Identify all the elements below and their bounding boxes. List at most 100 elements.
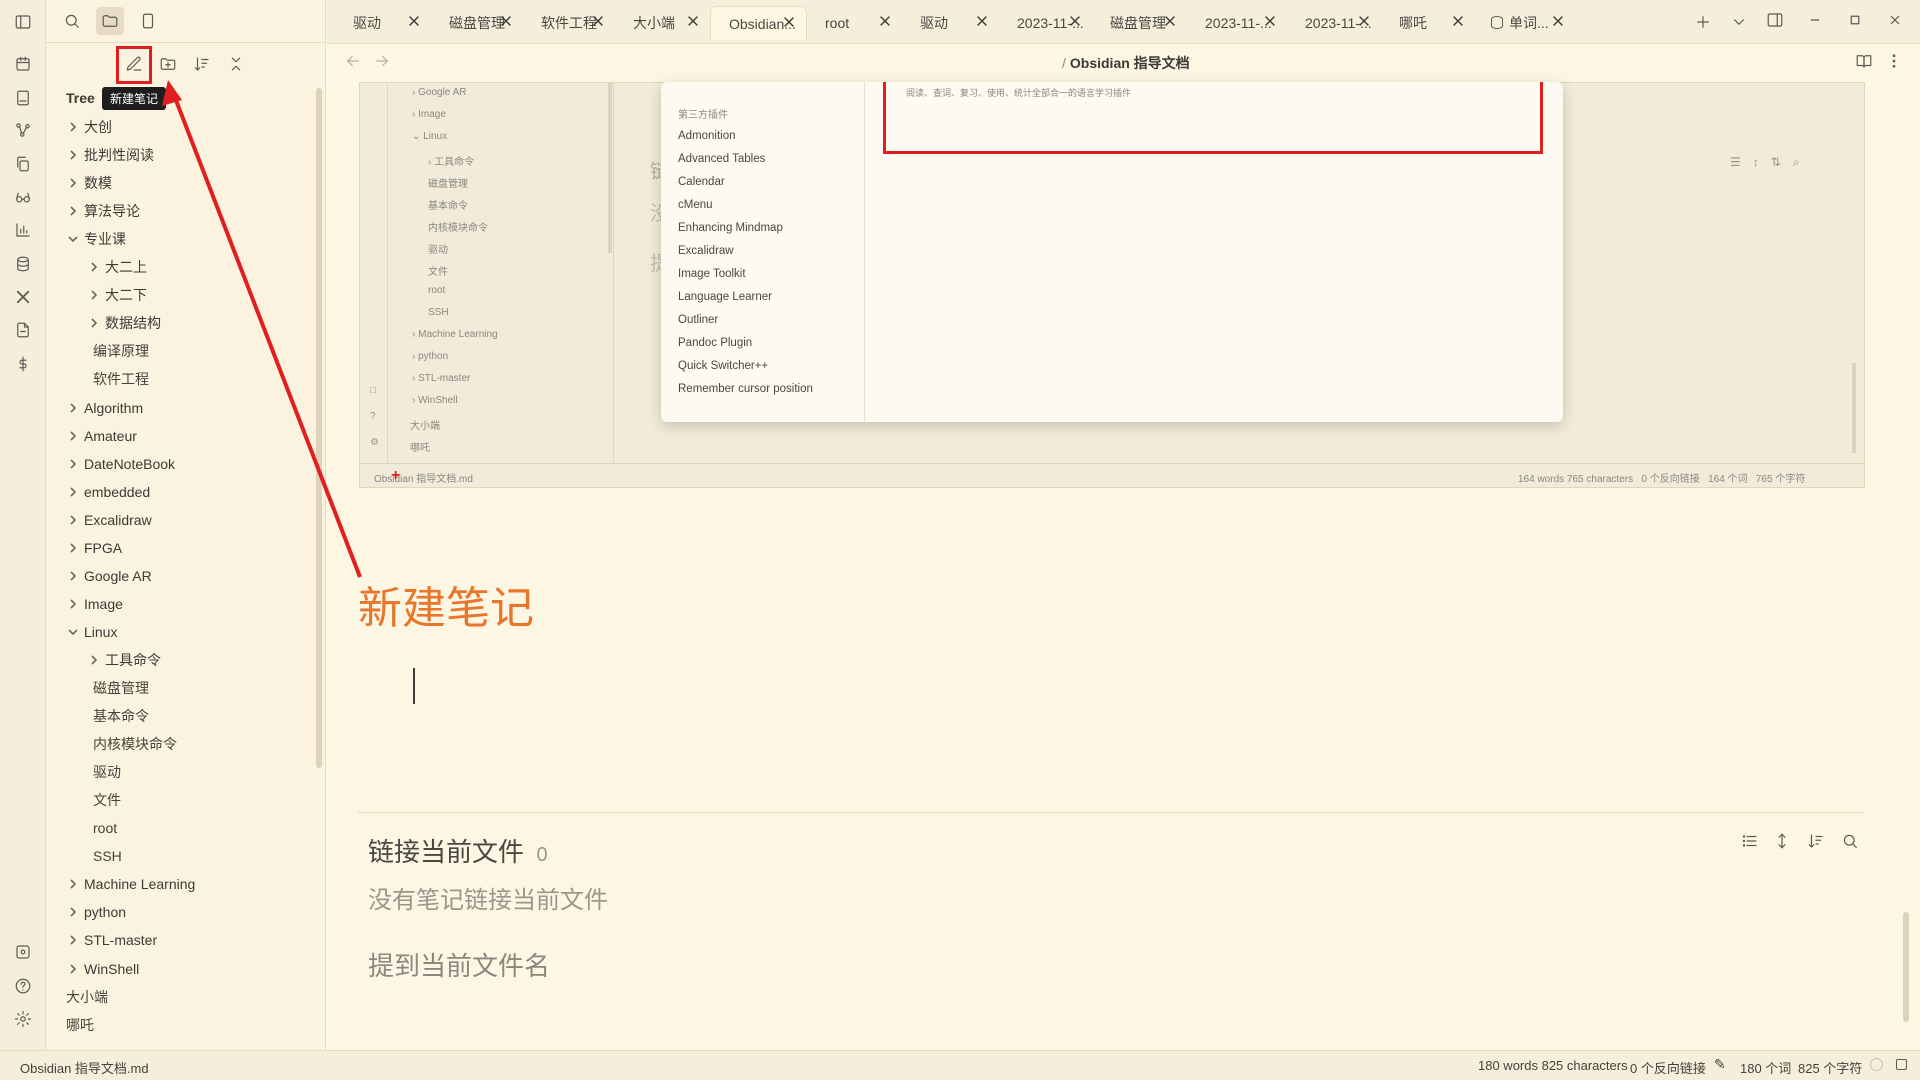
notebook-icon[interactable] xyxy=(9,84,37,112)
close-icon[interactable] xyxy=(591,14,607,30)
tree-file[interactable]: 哪吒 xyxy=(66,1013,94,1037)
help-icon[interactable] xyxy=(9,972,37,1000)
new-tab-icon[interactable] xyxy=(1689,8,1717,36)
close-icon[interactable] xyxy=(1357,14,1373,30)
chevron-right-icon[interactable] xyxy=(66,204,80,218)
close-icon[interactable] xyxy=(1263,14,1279,30)
search-icon-2[interactable] xyxy=(1836,827,1864,855)
new-folder-icon[interactable] xyxy=(154,50,182,78)
chevron-right-icon[interactable] xyxy=(87,653,101,667)
chevron-right-icon[interactable] xyxy=(66,597,80,611)
unlinked-mentions-title[interactable]: 提到当前文件名 xyxy=(368,946,550,983)
chevron-right-icon[interactable] xyxy=(66,457,80,471)
chevron-right-icon[interactable] xyxy=(66,962,80,976)
search-icon[interactable] xyxy=(58,7,86,35)
chevron-right-icon[interactable] xyxy=(66,148,80,162)
chevron-right-icon[interactable] xyxy=(87,316,101,330)
note-title[interactable]: Obsidian 指导文档 xyxy=(1070,55,1190,71)
close-icon[interactable] xyxy=(407,14,423,30)
tab[interactable]: 单词... xyxy=(1475,6,1575,40)
close-icon[interactable] xyxy=(975,14,991,30)
tree-file[interactable]: 文件 xyxy=(93,788,121,812)
more-options-icon[interactable] xyxy=(1880,47,1908,75)
tools-icon[interactable] xyxy=(9,283,37,311)
tree-folder[interactable]: 算法导论 xyxy=(66,199,140,223)
tree-folder[interactable]: FPGA xyxy=(66,536,122,560)
chevron-right-icon[interactable] xyxy=(87,288,101,302)
reading-view-icon[interactable] xyxy=(1850,47,1878,75)
tree-folder[interactable]: 大二下 xyxy=(87,283,147,307)
tree-folder[interactable]: 大二上 xyxy=(87,255,147,279)
close-icon[interactable] xyxy=(878,14,894,30)
chevron-right-icon[interactable] xyxy=(66,541,80,555)
tree-folder[interactable]: Excalidraw xyxy=(66,508,152,532)
forward-arrow-icon[interactable] xyxy=(368,47,396,75)
dollar-icon[interactable] xyxy=(9,350,37,378)
close-icon[interactable] xyxy=(1451,14,1467,30)
layout-split-icon[interactable] xyxy=(1761,6,1789,34)
back-arrow-icon[interactable] xyxy=(339,47,367,75)
close-icon[interactable] xyxy=(1551,14,1567,30)
status-backlinks[interactable]: 0 个反向链接 xyxy=(1630,1058,1706,1077)
tree-folder[interactable]: WinShell xyxy=(66,957,139,981)
chevron-right-icon[interactable] xyxy=(66,513,80,527)
tree-file[interactable]: 大小端 xyxy=(66,985,108,1009)
tree-file[interactable]: 驱动 xyxy=(93,760,121,784)
chevron-right-icon[interactable] xyxy=(66,176,80,190)
tab[interactable]: 2023-11-... xyxy=(1287,6,1381,40)
copy-icon[interactable] xyxy=(9,150,37,178)
tree-folder[interactable]: 大创 xyxy=(66,115,112,139)
tree-file[interactable]: SSH xyxy=(93,844,122,868)
tab[interactable]: 磁盘管理 xyxy=(431,6,523,40)
tree-folder[interactable]: DateNoteBook xyxy=(66,452,175,476)
collapse-all-icon[interactable] xyxy=(222,50,250,78)
chevron-down-icon[interactable] xyxy=(1725,8,1753,36)
tree-folder[interactable]: 工具命令 xyxy=(87,648,161,672)
bar-chart-icon[interactable] xyxy=(9,216,37,244)
close-icon[interactable] xyxy=(686,14,702,30)
tree-folder[interactable]: Amateur xyxy=(66,424,137,448)
tree-folder[interactable]: python xyxy=(66,900,126,924)
tree-file[interactable]: 磁盘管理 xyxy=(93,676,149,700)
lock-icon[interactable] xyxy=(1896,1059,1907,1070)
tree-folder[interactable]: embedded xyxy=(66,480,150,504)
minimize-icon[interactable] xyxy=(1801,6,1829,34)
chevron-right-icon[interactable] xyxy=(66,401,80,415)
tab[interactable]: 哪吒 xyxy=(1381,6,1475,40)
graph-icon[interactable] xyxy=(9,116,37,144)
tree-folder[interactable]: Linux xyxy=(66,620,117,644)
tree-folder[interactable]: Algorithm xyxy=(66,396,143,420)
tree-folder[interactable]: Machine Learning xyxy=(66,872,195,896)
list-icon[interactable] xyxy=(1736,827,1764,855)
tab[interactable]: 磁盘管理 xyxy=(1092,6,1187,40)
chevron-right-icon[interactable] xyxy=(66,429,80,443)
chevron-right-icon[interactable] xyxy=(66,120,80,134)
layout-sidebar-icon[interactable] xyxy=(9,8,37,36)
folder-icon[interactable] xyxy=(96,7,124,35)
maximize-icon[interactable] xyxy=(1841,6,1869,34)
expand-vertical-icon[interactable] xyxy=(1768,827,1796,855)
chevron-right-icon[interactable] xyxy=(87,260,101,274)
chevron-right-icon[interactable] xyxy=(66,905,80,919)
backlinks-title[interactable]: 链接当前文件 xyxy=(368,837,524,867)
tree-file[interactable]: 软件工程 xyxy=(93,367,149,391)
close-window-icon[interactable] xyxy=(1881,6,1909,34)
tree-folder[interactable]: 数模 xyxy=(66,171,112,195)
chevron-right-icon[interactable] xyxy=(66,877,80,891)
tab[interactable]: 2023-11-... xyxy=(1187,6,1287,40)
tree-file[interactable]: 基本命令 xyxy=(93,704,149,728)
content-scrollbar[interactable] xyxy=(1903,912,1909,1022)
sync-status-icon[interactable] xyxy=(1870,1058,1883,1071)
settings-icon[interactable] xyxy=(9,1005,37,1033)
tree-folder[interactable]: 专业课 xyxy=(66,227,126,251)
close-icon[interactable] xyxy=(1068,14,1084,30)
file-export-icon[interactable] xyxy=(9,316,37,344)
chevron-down-icon[interactable] xyxy=(66,625,80,639)
bookmark-icon[interactable] xyxy=(134,7,162,35)
tab[interactable]: 驱动 xyxy=(902,6,999,40)
tree-folder[interactable]: STL-master xyxy=(66,928,157,952)
edit-mode-icon[interactable]: ✎ xyxy=(1714,1056,1726,1073)
sidebar-scrollbar[interactable] xyxy=(316,88,322,768)
tab[interactable]: 软件工程 xyxy=(523,6,615,40)
tree-file[interactable]: 编译原理 xyxy=(93,339,149,363)
